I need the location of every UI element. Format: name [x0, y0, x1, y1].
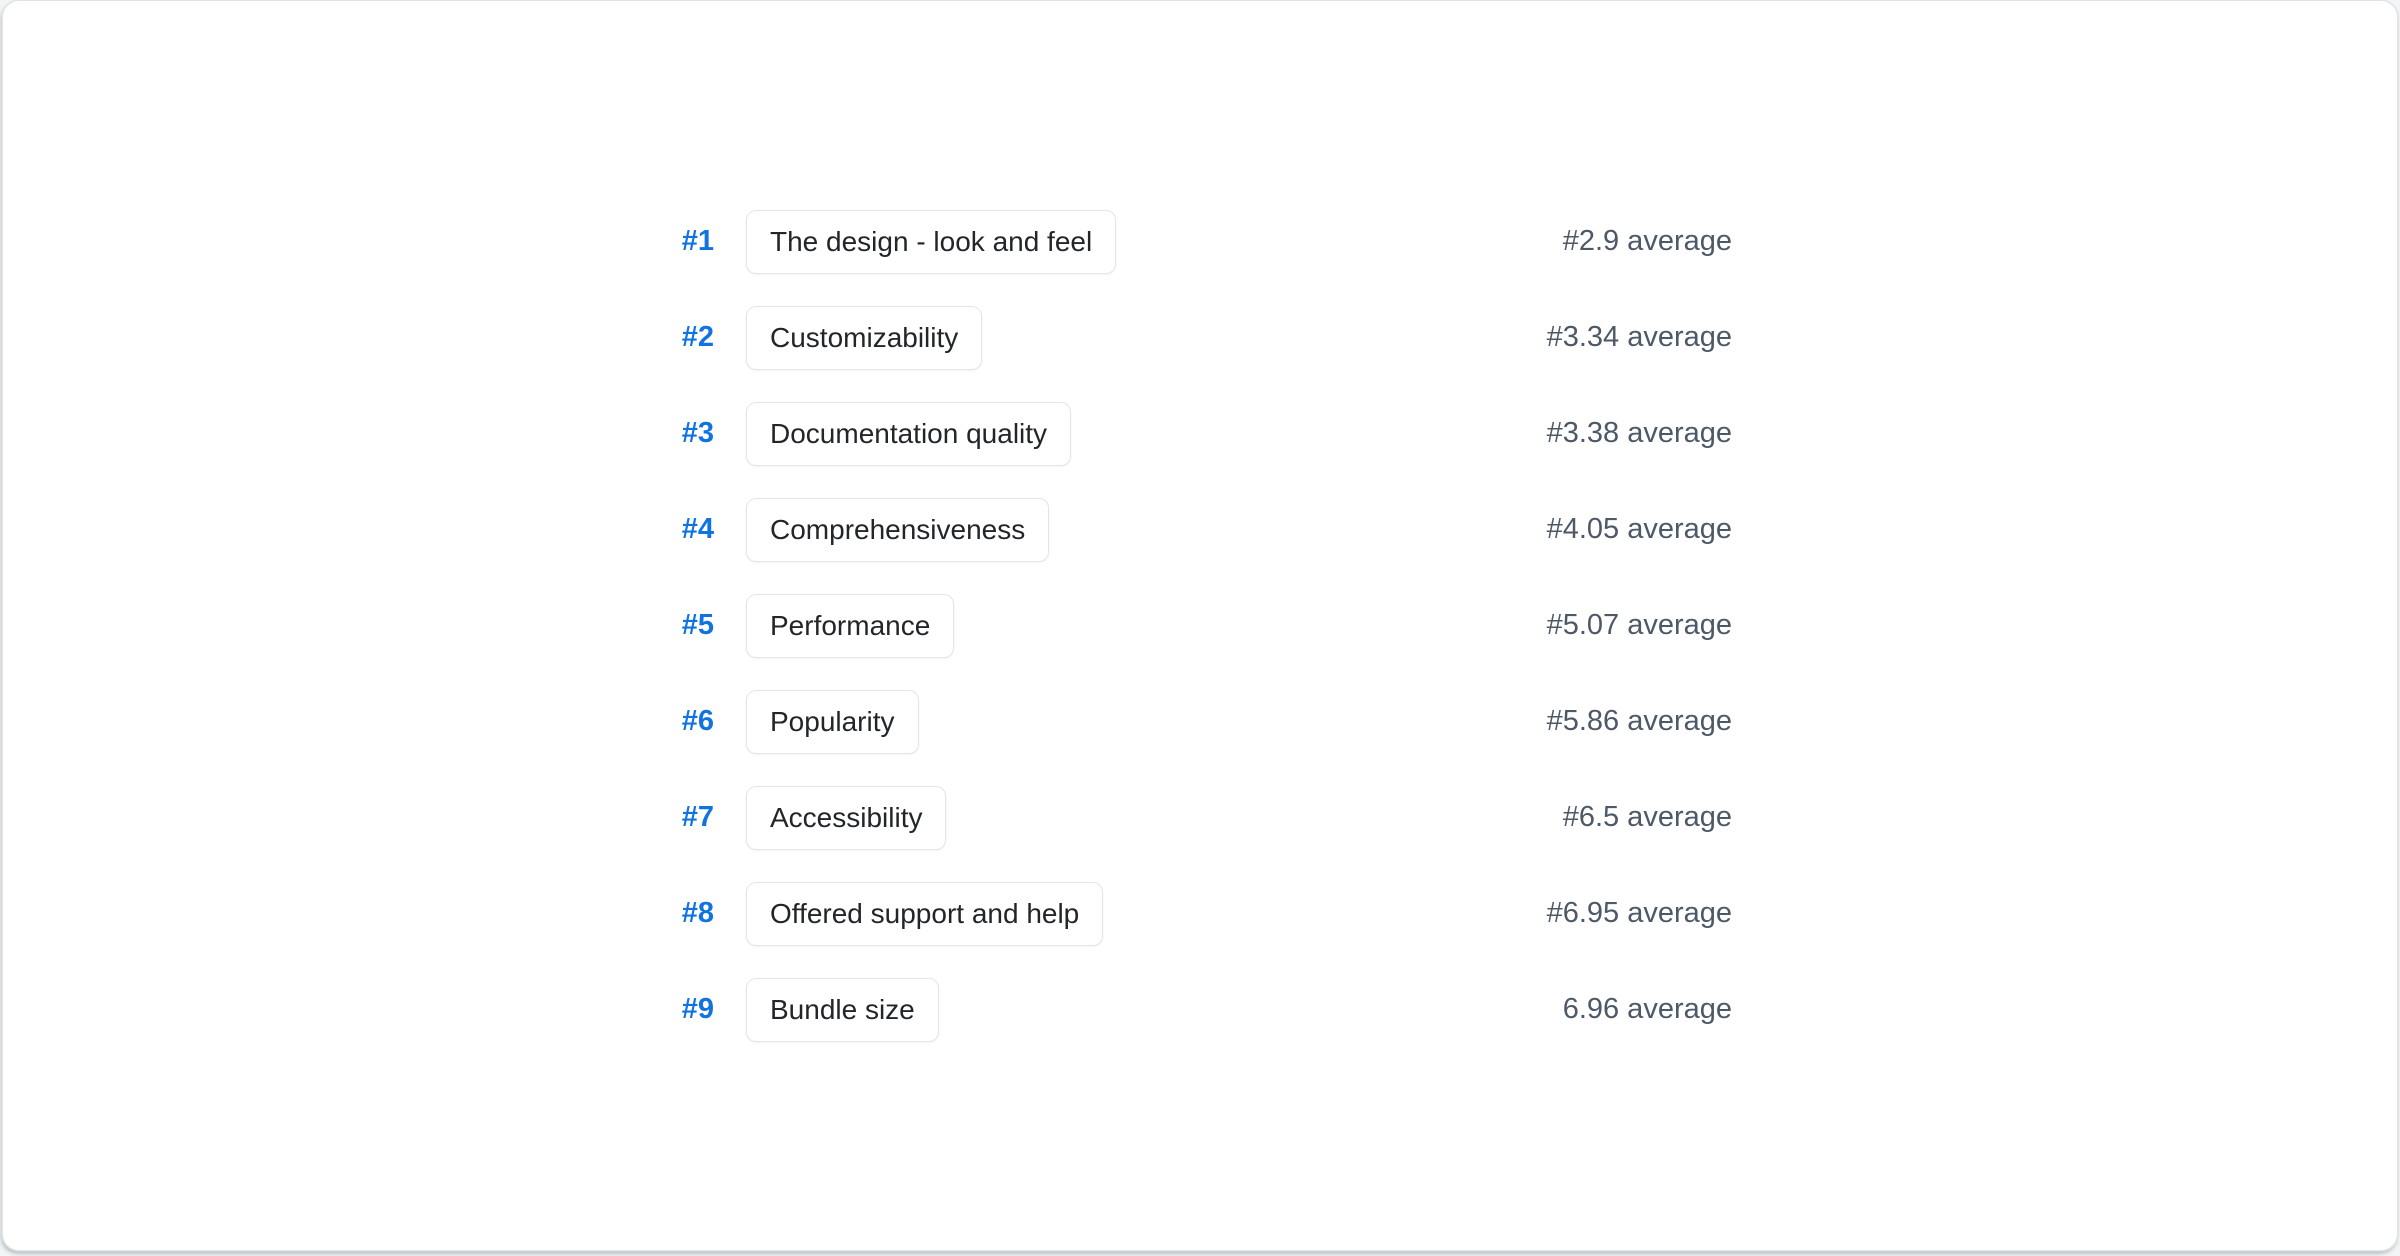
- ranking-row: #4 Comprehensiveness #4.05 average: [668, 498, 1732, 562]
- option-label: Bundle size: [770, 994, 915, 1026]
- ranking-row: #1 The design - look and feel #2.9 avera…: [668, 210, 1732, 274]
- option-chip: Offered support and help: [746, 882, 1103, 946]
- average-value: #6.95 average: [1547, 897, 1732, 930]
- rank-number: #6: [668, 705, 714, 738]
- rank-number: #9: [668, 993, 714, 1026]
- ranking-row: #2 Customizability #3.34 average: [668, 306, 1732, 370]
- option-label: Popularity: [770, 706, 895, 738]
- average-value: 6.96 average: [1563, 993, 1732, 1026]
- option-label: Performance: [770, 610, 930, 642]
- option-chip: Performance: [746, 594, 954, 658]
- option-chip: The design - look and feel: [746, 210, 1116, 274]
- rank-number: #8: [668, 897, 714, 930]
- average-value: #5.86 average: [1547, 705, 1732, 738]
- option-label: The design - look and feel: [770, 226, 1092, 258]
- ranking-row: #9 Bundle size 6.96 average: [668, 978, 1732, 1042]
- average-value: #3.34 average: [1547, 321, 1732, 354]
- option-chip: Bundle size: [746, 978, 939, 1042]
- option-chip: Comprehensiveness: [746, 498, 1049, 562]
- ranking-row: #3 Documentation quality #3.38 average: [668, 402, 1732, 466]
- rank-number: #3: [668, 417, 714, 450]
- option-label: Customizability: [770, 322, 958, 354]
- option-chip: Popularity: [746, 690, 919, 754]
- option-label: Comprehensiveness: [770, 514, 1025, 546]
- option-chip: Accessibility: [746, 786, 946, 850]
- option-chip: Customizability: [746, 306, 982, 370]
- option-label: Accessibility: [770, 802, 922, 834]
- rank-number: #7: [668, 801, 714, 834]
- rank-number: #2: [668, 321, 714, 354]
- ranking-row: #8 Offered support and help #6.95 averag…: [668, 882, 1732, 946]
- rank-number: #5: [668, 609, 714, 642]
- rank-number: #4: [668, 513, 714, 546]
- option-chip: Documentation quality: [746, 402, 1071, 466]
- average-value: #6.5 average: [1563, 801, 1732, 834]
- option-label: Documentation quality: [770, 418, 1047, 450]
- average-value: #5.07 average: [1547, 609, 1732, 642]
- ranking-row: #7 Accessibility #6.5 average: [668, 786, 1732, 850]
- rank-number: #1: [668, 225, 714, 258]
- average-value: #2.9 average: [1563, 225, 1732, 258]
- ranking-row: #5 Performance #5.07 average: [668, 594, 1732, 658]
- ranking-list: #1 The design - look and feel #2.9 avera…: [668, 210, 1732, 1042]
- ranking-row: #6 Popularity #5.86 average: [668, 690, 1732, 754]
- option-label: Offered support and help: [770, 898, 1079, 930]
- results-card: #1 The design - look and feel #2.9 avera…: [3, 1, 2397, 1250]
- average-value: #4.05 average: [1547, 513, 1732, 546]
- average-value: #3.38 average: [1547, 417, 1732, 450]
